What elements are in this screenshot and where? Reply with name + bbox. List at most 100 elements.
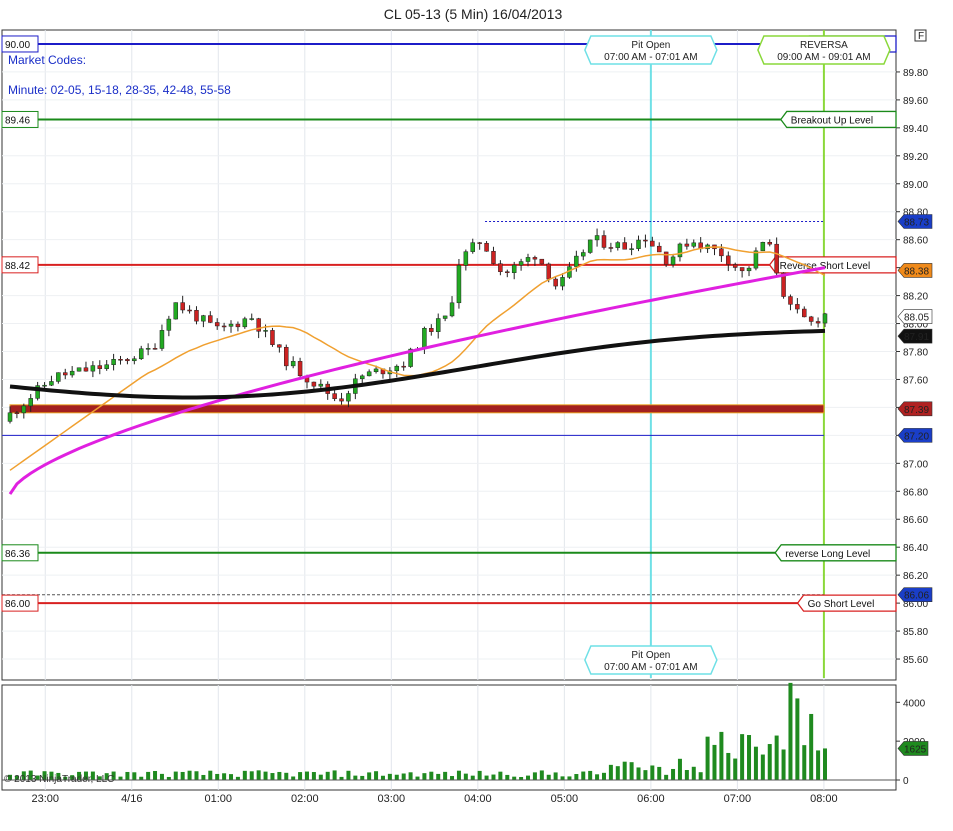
price-tick-label: 87.80 [903,348,928,359]
candle-body [608,247,614,249]
level-right-label: Breakout Up Level [791,115,873,126]
candle-body [498,263,503,272]
candle-body [802,308,807,318]
volume-bar [422,773,427,780]
candle-body [684,243,690,247]
volume-bar [380,775,385,780]
volume-bar [256,770,261,780]
candle-body [14,412,20,414]
price-tick-label: 85.80 [903,627,928,638]
volume-bar [498,771,503,780]
volume-bar [657,766,662,780]
candle-body [394,365,400,372]
volume-bar [781,749,786,780]
volume-bar [719,731,724,780]
candle-body [235,323,241,328]
volume-bar [560,776,565,780]
time-tick-label: 04:00 [464,793,492,805]
candle-body [435,318,441,332]
volume-bar [753,746,758,780]
volume-bar [229,774,234,780]
candle-body [125,359,130,362]
volume-bar [677,758,682,780]
candle-body [525,257,531,262]
candle-body [746,267,752,272]
candle-body [401,365,406,368]
volume-bar [180,771,185,780]
volume-bar [325,771,330,780]
price-tick-label: 86.60 [903,515,928,526]
volume-bar [574,774,579,780]
price-tick-label: 89.00 [903,180,928,191]
candle-body [290,361,296,367]
candle-body [208,315,213,323]
candle-body [284,346,289,367]
volume-bar [650,765,655,780]
volume-bar [740,734,745,780]
time-tick-label: 23:00 [31,793,59,805]
price-marker-label: 87.20 [904,431,929,442]
volume-bar [470,775,475,780]
volume-bar [311,772,316,780]
candle-body [373,368,379,373]
volume-bar [767,744,772,780]
candle-body [470,242,476,252]
candle-body [166,318,172,331]
candle-body [601,235,607,248]
candle-body [442,315,448,319]
candlestick-chart: CL 05-13 (5 Min) 16/04/2013 F 23:00 4/16 01:… [1,6,933,805]
level-left-label: 88.42 [5,261,30,272]
volume-bar [215,773,220,780]
volume-bar [601,772,606,780]
volume-bar [664,774,669,780]
volume-bar [643,770,648,780]
volume-bar [581,771,586,780]
level-left-label: 89.46 [5,115,30,126]
volume-bar [622,761,627,780]
price-marker-label: 88.73 [904,218,929,229]
volume-bar [595,774,600,780]
volume-bar [636,767,641,780]
volume-bar [491,774,496,780]
candle-body [691,242,697,247]
candle-body [594,235,600,241]
reversal-label-top-time: 09:00 AM - 09:01 AM [777,52,870,63]
price-marker-label: 88.38 [904,266,929,277]
volume-bar [270,773,275,780]
candle-body [463,251,469,266]
volume-bar [187,770,192,780]
candle-body [56,372,61,382]
pit-open-label-top-name: Pit Open [631,40,670,51]
candle-body [650,240,655,247]
price-tick-label: 89.20 [903,152,928,163]
volume-bar [822,748,827,780]
candle-body [359,375,365,380]
volume-bar [360,775,365,780]
candle-body [228,323,234,327]
candle-body [318,383,324,387]
candle-body [83,367,89,372]
volume-bar [463,773,468,780]
time-tick-label: 03:00 [378,793,406,805]
volume-bar [760,754,765,780]
candle-body [270,330,275,345]
volume-bar [367,772,372,780]
volume-bar [705,736,710,780]
candle-body [221,325,227,328]
candle-body [484,242,489,252]
candle-body [518,261,524,266]
pit-open-label-bottom-name: Pit Open [631,650,670,661]
volume-bar [318,774,323,780]
candle-body [732,264,738,268]
price-tick-label: 86.20 [903,571,928,582]
candle-body [180,302,185,311]
candle-body [346,393,351,402]
candle-body [760,241,766,252]
candle-body [477,242,482,244]
volume-bar [588,770,593,780]
candle-body [214,322,220,327]
volume-bar [712,744,717,780]
volume-bar [277,771,282,780]
candle-body [90,365,96,372]
candle-body [560,277,565,287]
